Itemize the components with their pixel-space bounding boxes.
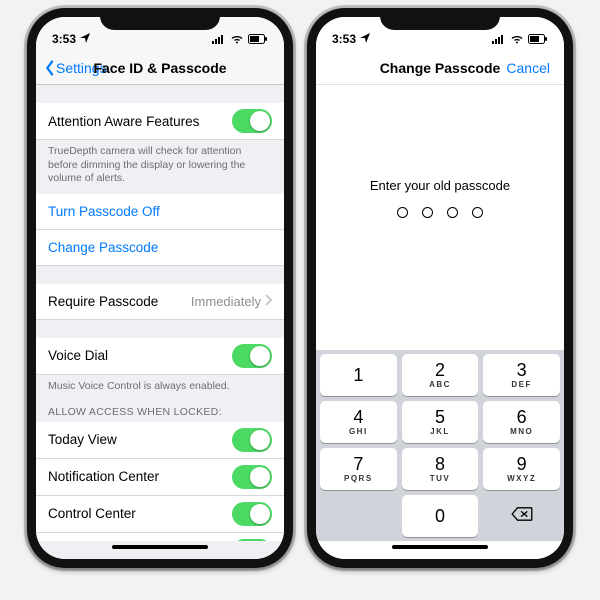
wifi-icon <box>510 34 524 44</box>
control-center-row[interactable]: Control Center <box>36 496 284 533</box>
notification-center-row[interactable]: Notification Center <box>36 459 284 496</box>
attention-aware-row[interactable]: Attention Aware Features <box>36 103 284 140</box>
turn-passcode-off-row[interactable]: Turn Passcode Off <box>36 194 284 230</box>
key-3[interactable]: 3DEF <box>483 354 560 396</box>
backspace-icon <box>511 506 533 527</box>
row-value: Immediately <box>191 294 261 309</box>
toggle-switch[interactable] <box>232 428 272 452</box>
notch <box>380 8 500 30</box>
key-number: 9 <box>517 455 527 473</box>
row-label: Voice Dial <box>48 348 108 363</box>
key-letters: TUV <box>430 474 451 483</box>
signal-icon <box>212 34 226 44</box>
passcode-dot <box>472 207 483 218</box>
numeric-keypad: 1 2ABC 3DEF 4GHI 5JKL 6MNO 7PQRS 8TUV 9W… <box>316 350 564 541</box>
key-7[interactable]: 7PQRS <box>320 448 397 490</box>
battery-icon <box>248 34 268 44</box>
key-8[interactable]: 8TUV <box>402 448 479 490</box>
key-number: 5 <box>435 408 445 426</box>
toggle-switch[interactable] <box>232 109 272 133</box>
location-arrow-icon <box>360 32 370 46</box>
home-indicator[interactable] <box>36 541 284 559</box>
row-label: Attention Aware Features <box>48 114 199 129</box>
passcode-dot <box>397 207 408 218</box>
require-passcode-row[interactable]: Require Passcode Immediately <box>36 284 284 320</box>
siri-row[interactable]: Siri <box>36 533 284 541</box>
passcode-dot <box>422 207 433 218</box>
key-number: 2 <box>435 361 445 379</box>
screen-settings: 3:53 Settings Face ID & Passcode Atte <box>36 17 284 559</box>
key-delete[interactable] <box>483 495 560 537</box>
row-label: Notification Center <box>48 469 159 484</box>
phone-frame-left: 3:53 Settings Face ID & Passcode Atte <box>27 8 293 568</box>
key-number: 7 <box>353 455 363 473</box>
location-arrow-icon <box>80 32 90 46</box>
attention-footer: TrueDepth camera will check for attentio… <box>36 140 284 188</box>
status-right <box>492 34 548 44</box>
key-2[interactable]: 2ABC <box>402 354 479 396</box>
passcode-prompt-area: Enter your old passcode <box>316 85 564 350</box>
key-letters: GHI <box>349 427 368 436</box>
back-label: Settings <box>56 60 107 76</box>
home-indicator[interactable] <box>316 541 564 559</box>
status-right <box>212 34 268 44</box>
row-label: Require Passcode <box>48 294 158 309</box>
settings-content[interactable]: Attention Aware Features TrueDepth camer… <box>36 85 284 541</box>
key-number: 8 <box>435 455 445 473</box>
status-time: 3:53 <box>52 32 76 46</box>
row-label: Control Center <box>48 506 136 521</box>
row-label: Turn Passcode Off <box>48 204 160 219</box>
signal-icon <box>492 34 506 44</box>
key-letters: DEF <box>511 380 532 389</box>
prompt-text: Enter your old passcode <box>370 178 510 193</box>
key-6[interactable]: 6MNO <box>483 401 560 443</box>
passcode-dots <box>397 207 483 218</box>
toggle-switch[interactable] <box>232 502 272 526</box>
back-button[interactable]: Settings <box>44 59 107 77</box>
toggle-switch[interactable] <box>232 539 272 541</box>
key-number: 3 <box>517 361 527 379</box>
cancel-button[interactable]: Cancel <box>506 60 556 76</box>
passcode-dot <box>447 207 458 218</box>
change-passcode-row[interactable]: Change Passcode <box>36 230 284 266</box>
key-letters: JKL <box>430 427 450 436</box>
key-9[interactable]: 9WXYZ <box>483 448 560 490</box>
nav-bar: Change Passcode Cancel <box>316 51 564 85</box>
row-label: Change Passcode <box>48 240 158 255</box>
nav-bar: Settings Face ID & Passcode <box>36 51 284 85</box>
key-1[interactable]: 1 <box>320 354 397 396</box>
key-blank <box>320 495 397 537</box>
locked-header: Allow Access When Locked: <box>36 396 284 422</box>
key-4[interactable]: 4GHI <box>320 401 397 443</box>
phone-frame-right: 3:53 Change Passcode Cancel Enter your o… <box>307 8 573 568</box>
key-0[interactable]: 0 <box>402 495 479 537</box>
key-number: 4 <box>353 408 363 426</box>
key-5[interactable]: 5JKL <box>402 401 479 443</box>
chevron-right-icon <box>265 294 272 309</box>
row-label: Today View <box>48 432 117 447</box>
key-letters: ABC <box>429 380 451 389</box>
toggle-switch[interactable] <box>232 465 272 489</box>
wifi-icon <box>230 34 244 44</box>
battery-icon <box>528 34 548 44</box>
screen-change-passcode: 3:53 Change Passcode Cancel Enter your o… <box>316 17 564 559</box>
status-time: 3:53 <box>332 32 356 46</box>
key-letters: MNO <box>510 427 533 436</box>
toggle-switch[interactable] <box>232 344 272 368</box>
voice-footer: Music Voice Control is always enabled. <box>36 375 284 396</box>
key-letters: WXYZ <box>507 474 536 483</box>
key-number: 6 <box>517 408 527 426</box>
today-view-row[interactable]: Today View <box>36 422 284 459</box>
notch <box>100 8 220 30</box>
key-number: 0 <box>435 507 445 525</box>
chevron-left-icon <box>44 59 56 77</box>
key-number: 1 <box>353 366 363 384</box>
voice-dial-row[interactable]: Voice Dial <box>36 338 284 375</box>
key-letters: PQRS <box>344 474 373 483</box>
